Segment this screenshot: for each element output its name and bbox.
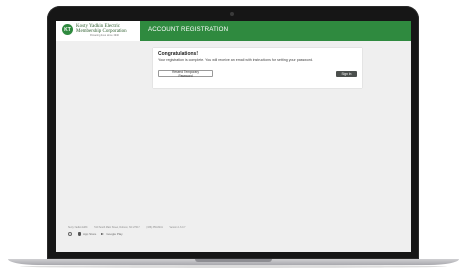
- footer-company: Surry-Yadkin EMC: [68, 226, 88, 229]
- google-play-label: Google Play: [106, 232, 123, 236]
- footer-info: Surry-Yadkin EMC 510 South Main Street, …: [68, 226, 191, 229]
- apple-icon: [78, 232, 81, 236]
- header-bar: KT Kosty Yadkin Electric Membership Corp…: [56, 21, 411, 41]
- card-title: Congratulations!: [158, 51, 198, 57]
- footer-version: Version 1.6.0.7: [169, 226, 186, 229]
- footer-address: 510 South Main Street, Dobson, NC 27017: [94, 226, 140, 229]
- logo-icon: KT: [62, 24, 73, 35]
- google-play-link[interactable]: Google Play: [101, 232, 123, 236]
- footer-phone[interactable]: (336) 356-8241: [146, 226, 162, 229]
- resend-password-button[interactable]: Resend Temporary Password: [158, 70, 213, 78]
- sign-in-button[interactable]: Sign In: [336, 71, 357, 77]
- laptop-notch: [195, 259, 272, 262]
- card-message: Your registration is complete. You will …: [158, 58, 314, 62]
- page-title: ACCOUNT REGISTRATION: [148, 26, 229, 33]
- google-play-icon: [101, 233, 105, 235]
- camera-icon: [230, 12, 234, 16]
- store-links: App Store Google Play: [68, 232, 128, 236]
- laptop-shadow: [20, 265, 447, 268]
- app-store-label: App Store: [83, 232, 97, 236]
- brand-tagline: Powering lives since 1940: [90, 34, 119, 37]
- gear-icon[interactable]: [68, 232, 72, 236]
- brand-logo[interactable]: KT Kosty Yadkin Electric Membership Corp…: [56, 21, 140, 41]
- app-store-link[interactable]: App Store: [78, 232, 96, 236]
- browser-viewport: KT Kosty Yadkin Electric Membership Corp…: [56, 21, 411, 252]
- registration-card: Congratulations! Your registration is co…: [153, 48, 362, 88]
